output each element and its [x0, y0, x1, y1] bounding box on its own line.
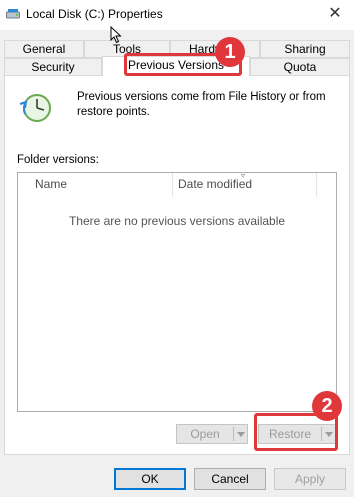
ok-button[interactable]: OK [114, 468, 186, 490]
apply-button[interactable]: Apply [274, 468, 346, 490]
description-text: Previous versions come from File History… [77, 91, 326, 118]
mouse-cursor-icon [110, 26, 122, 44]
empty-list-message: There are no previous versions available [68, 214, 286, 228]
window-title: Local Disk (C:) Properties [26, 7, 163, 21]
versions-list[interactable]: Name ▿ Date modified There are no previo… [17, 171, 337, 412]
drive-icon [6, 9, 20, 19]
title-bar: Local Disk (C:) Properties ✕ [0, 0, 354, 30]
column-header-date-modified[interactable]: Date modified [178, 177, 252, 191]
tab-security[interactable]: Security [4, 58, 102, 76]
open-button-label: Open [190, 427, 220, 441]
folder-versions-label: Folder versions: [17, 154, 99, 166]
previous-versions-panel: Previous versions come from File History… [4, 75, 350, 455]
open-button[interactable]: Open [176, 424, 248, 444]
column-separator[interactable] [172, 173, 173, 197]
tab-quota[interactable]: Quota [250, 58, 350, 76]
column-header-name[interactable]: Name [35, 177, 67, 191]
annotation-badge-1: 1 [215, 37, 245, 67]
column-separator[interactable] [316, 173, 317, 197]
annotation-badge-2: 2 [312, 391, 342, 421]
chevron-down-icon[interactable] [236, 428, 246, 440]
close-icon[interactable]: ✕ [324, 3, 346, 25]
cancel-button[interactable]: Cancel [194, 468, 266, 490]
clock-restore-icon [19, 94, 51, 122]
tab-sharing[interactable]: Sharing [260, 40, 350, 58]
tab-general[interactable]: General [4, 40, 84, 58]
